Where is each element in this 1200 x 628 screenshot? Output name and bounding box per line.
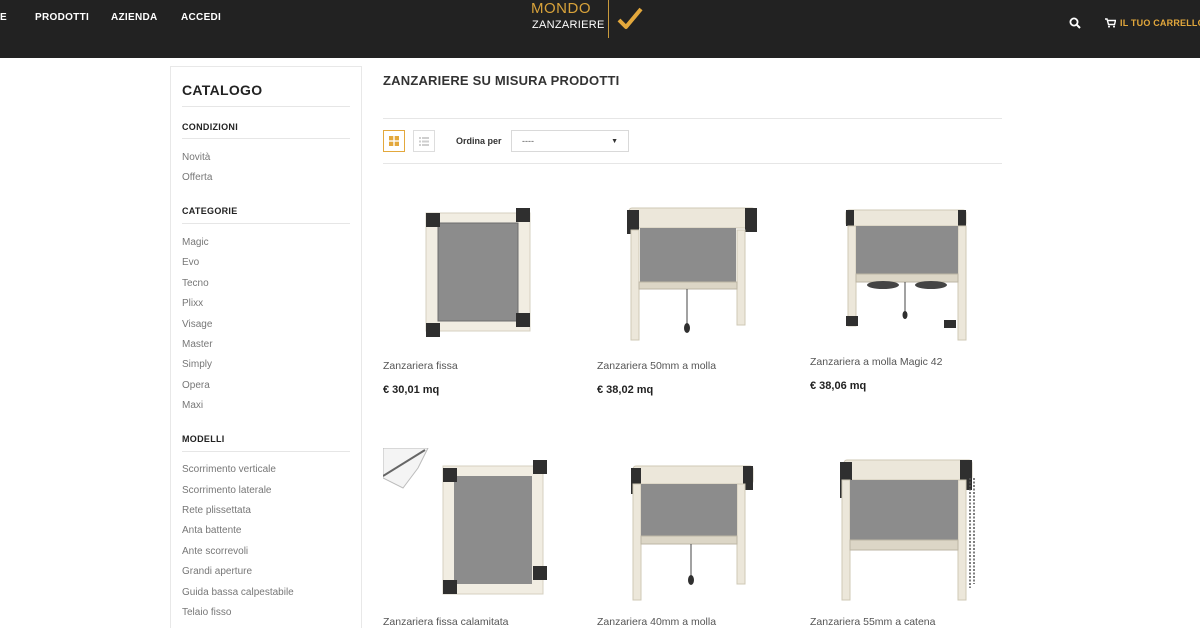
product-image-roller-screen [631, 465, 754, 601]
divider [182, 138, 350, 139]
cart-label: IL TUO CARRELLO ( [1120, 18, 1200, 28]
sidebar-item-simply[interactable]: Simply [182, 359, 212, 370]
sort-label: Ordina per [456, 136, 502, 146]
sidebar-item-evo[interactable]: Evo [182, 257, 199, 268]
divider [182, 223, 350, 224]
product-price: € 38,06 mq [810, 380, 867, 392]
product-name[interactable]: Zanzariera 55mm a catena [810, 616, 935, 628]
site-logo[interactable]: MONDO ZANZARIERE [531, 0, 643, 40]
sidebar-item-maxi[interactable]: Maxi [182, 400, 203, 411]
sidebar-item-visage[interactable]: Visage [182, 319, 212, 330]
nav-item-accedi[interactable]: ACCEDI [181, 12, 221, 23]
product-image-roller-screen [627, 207, 757, 341]
sidebar-title: CATALOGO [182, 82, 263, 98]
cart-link[interactable]: IL TUO CARRELLO ( [1105, 17, 1200, 29]
chevron-down-icon: ▼ [611, 137, 618, 145]
sidebar-item-novita[interactable]: Novità [182, 152, 210, 163]
sidebar-item-magic[interactable]: Magic [182, 237, 209, 248]
sidebar-item-offerta[interactable]: Offerta [182, 172, 212, 183]
product-price: € 30,01 mq [383, 384, 440, 396]
product-name[interactable]: Zanzariera fissa [383, 360, 458, 372]
sidebar-item-master[interactable]: Master [182, 339, 213, 350]
sort-select-value: ---- [522, 136, 534, 146]
sidebar-heading-modelli: MODELLI [182, 434, 225, 444]
nav-item-home[interactable]: E [0, 12, 7, 23]
product-image-fixed-screen-magnetic [383, 448, 547, 595]
divider [383, 118, 1002, 119]
list-view-icon [419, 136, 429, 146]
logo-line-1: MONDO [531, 0, 591, 17]
sidebar-item-rete-plissettata[interactable]: Rete plissettata [182, 505, 251, 516]
search-icon[interactable] [1069, 17, 1081, 29]
divider [383, 163, 1002, 164]
sidebar-item-plixx[interactable]: Plixx [182, 298, 203, 309]
grid-view-icon [389, 136, 399, 146]
logo-divider [608, 0, 609, 38]
top-navigation-bar: E PRODOTTI AZIENDA ACCEDI MONDO ZANZARIE… [0, 0, 1200, 58]
product-price: € 38,02 mq [597, 384, 654, 396]
grid-view-button[interactable] [383, 130, 405, 152]
checkmark-icon [617, 7, 643, 29]
sidebar-item-ante-scorrevoli[interactable]: Ante scorrevoli [182, 546, 248, 557]
sidebar-item-anta-battente[interactable]: Anta battente [182, 525, 242, 536]
sidebar-item-scorrimento-laterale[interactable]: Scorrimento laterale [182, 485, 271, 496]
list-view-button[interactable] [413, 130, 435, 152]
sidebar-item-opera[interactable]: Opera [182, 380, 210, 391]
sidebar-item-guida-bassa[interactable]: Guida bassa calpestabile [182, 587, 294, 598]
page-title: ZANZARIERE SU MISURA PRODOTTI [383, 73, 620, 88]
product-image-chain-screen [840, 459, 975, 601]
sidebar-item-grandi-aperture[interactable]: Grandi aperture [182, 566, 252, 577]
product-image-fixed-screen [425, 208, 531, 337]
divider [182, 106, 350, 107]
cart-icon [1105, 18, 1116, 28]
product-name[interactable]: Zanzariera a molla Magic 42 [810, 356, 942, 368]
product-name[interactable]: Zanzariera 50mm a molla [597, 360, 716, 372]
product-name[interactable]: Zanzariera 40mm a molla [597, 616, 716, 628]
product-image-roller-screen-magic [845, 209, 967, 341]
logo-line-2: ZANZARIERE [532, 19, 605, 31]
sort-select[interactable]: ---- ▼ [511, 130, 629, 152]
nav-item-azienda[interactable]: AZIENDA [111, 12, 158, 23]
sidebar-item-tecno[interactable]: Tecno [182, 278, 209, 289]
sidebar-heading-condizioni: CONDIZIONI [182, 122, 238, 132]
sidebar-item-telaio-fisso[interactable]: Telaio fisso [182, 607, 231, 618]
nav-item-prodotti[interactable]: PRODOTTI [35, 12, 89, 23]
divider [182, 451, 350, 452]
product-name[interactable]: Zanzariera fissa calamitata [383, 616, 508, 628]
sidebar-item-scorrimento-verticale[interactable]: Scorrimento verticale [182, 464, 276, 475]
sidebar-heading-categorie: CATEGORIE [182, 206, 238, 216]
catalog-sidebar: CATALOGO CONDIZIONI Novità Offerta CATEG… [170, 66, 362, 628]
